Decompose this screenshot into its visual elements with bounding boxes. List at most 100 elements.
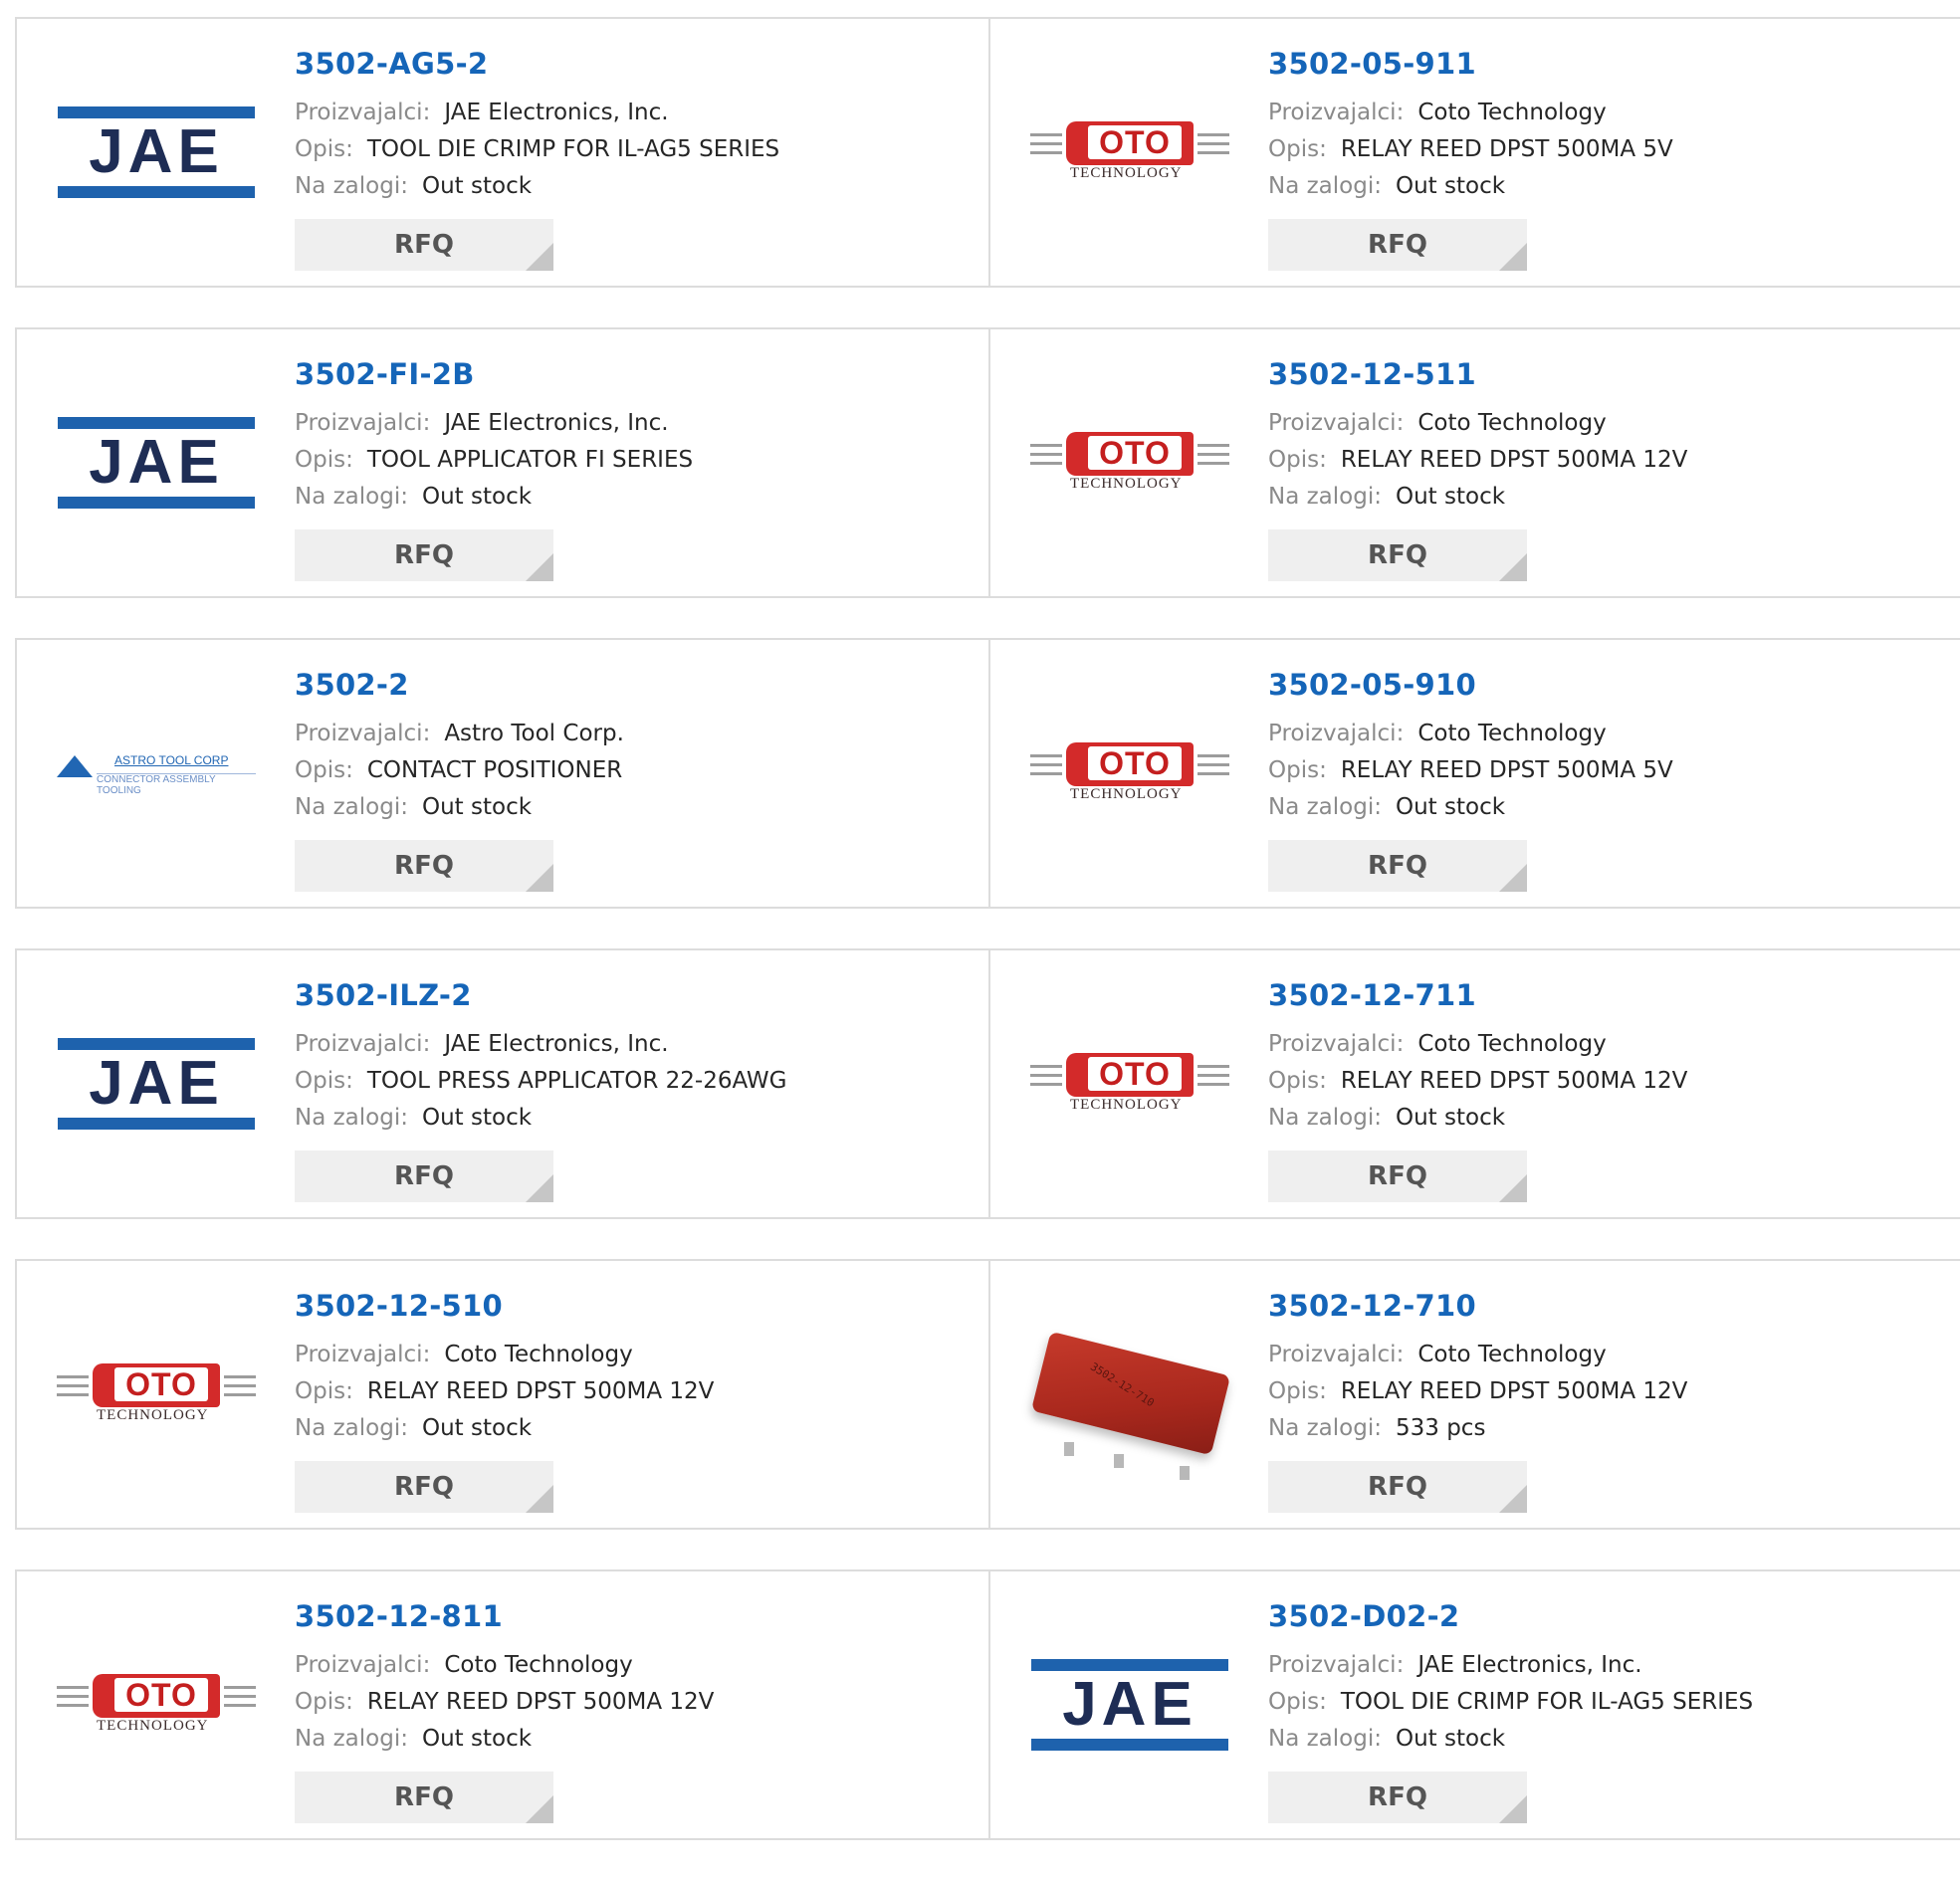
coto-logo: OTO TECHNOLOGY xyxy=(1030,738,1229,808)
stock-value: Out stock xyxy=(421,1415,533,1441)
logo-bar xyxy=(58,497,255,509)
rfq-button[interactable]: RFQ xyxy=(295,840,553,892)
part-number-link[interactable]: 3502-05-911 xyxy=(1268,47,1673,81)
corner-triangle-icon xyxy=(1499,553,1527,581)
manufacturer-line: Proizvajalci: JAE Electronics, Inc. xyxy=(295,95,779,131)
manufacturer-logo[interactable]: OTO TECHNOLOGY xyxy=(1030,674,1229,873)
description-line: Opis: RELAY REED DPST 500MA 12V xyxy=(295,1373,714,1410)
rfq-button[interactable]: RFQ xyxy=(1268,219,1527,271)
manufacturer-value: Astro Tool Corp. xyxy=(444,721,624,746)
manufacturer-line: Proizvajalci: JAE Electronics, Inc. xyxy=(295,405,693,442)
part-number-link[interactable]: 3502-2 xyxy=(295,668,624,702)
description-value: RELAY REED DPST 500MA 5V xyxy=(1340,757,1673,783)
part-number-link[interactable]: 3502-12-710 xyxy=(1268,1289,1687,1323)
description-line: Opis: RELAY REED DPST 500MA 5V xyxy=(1268,131,1673,168)
stock-label: Na zalogi: xyxy=(1268,794,1382,820)
rfq-button[interactable]: RFQ xyxy=(295,529,553,581)
manufacturer-logo[interactable]: OTO TECHNOLOGY xyxy=(1030,363,1229,562)
coto-logo-text: OTO xyxy=(1088,125,1182,159)
part-number-link[interactable]: 3502-ILZ-2 xyxy=(295,978,787,1012)
rfq-button[interactable]: RFQ xyxy=(295,1772,553,1823)
product-info: 3502-FI-2B Proizvajalci: JAE Electronics,… xyxy=(295,357,693,581)
product-card: OTO TECHNOLOGY 3502-12-510 Proizvajalci:… xyxy=(17,1261,990,1528)
coto-logo-subtitle: TECHNOLOGY xyxy=(97,1718,209,1734)
description-label: Opis: xyxy=(295,136,353,162)
description-value: TOOL PRESS APPLICATOR 22-26AWG xyxy=(366,1068,787,1094)
coto-logo: OTO TECHNOLOGY xyxy=(1030,117,1229,187)
stock-label: Na zalogi: xyxy=(1268,484,1382,510)
product-info: 3502-12-811 Proizvajalci: Coto Technology… xyxy=(295,1599,714,1823)
part-number-link[interactable]: 3502-AG5-2 xyxy=(295,47,779,81)
part-number-link[interactable]: 3502-D02-2 xyxy=(1268,1599,1753,1633)
stock-label: Na zalogi: xyxy=(295,173,408,199)
manufacturer-value: JAE Electronics, Inc. xyxy=(444,100,669,125)
stock-line: Na zalogi: Out stock xyxy=(1268,1721,1753,1758)
product-row: JAE 3502-FI-2B Proizvajalci: JAE Electron… xyxy=(15,327,1960,598)
description-value: RELAY REED DPST 500MA 12V xyxy=(1340,447,1688,473)
rfq-button[interactable]: RFQ xyxy=(1268,1461,1527,1513)
description-value: TOOL APPLICATOR FI SERIES xyxy=(366,447,694,473)
rfq-button[interactable]: RFQ xyxy=(295,1461,553,1513)
rfq-button[interactable]: RFQ xyxy=(1268,1772,1527,1823)
manufacturer-logo[interactable]: 3502-12-710 xyxy=(1030,1295,1231,1494)
product-row: ASTRO TOOL CORP CONNECTOR ASSEMBLY TOOLI… xyxy=(15,638,1960,909)
manufacturer-line: Proizvajalci: Astro Tool Corp. xyxy=(295,716,624,752)
logo-bar xyxy=(58,1118,255,1130)
manufacturer-value: Coto Technology xyxy=(1417,1031,1607,1057)
coto-logo-subtitle: TECHNOLOGY xyxy=(1070,476,1183,492)
description-value: RELAY REED DPST 500MA 12V xyxy=(1340,1378,1688,1404)
logo-bar xyxy=(1031,1739,1228,1751)
coto-logo-text: OTO xyxy=(1088,1057,1182,1091)
manufacturer-value: Coto Technology xyxy=(1417,1342,1607,1367)
product-row: OTO TECHNOLOGY 3502-12-811 Proizvajalci:… xyxy=(15,1569,1960,1840)
description-value: RELAY REED DPST 500MA 12V xyxy=(1340,1068,1688,1094)
corner-triangle-icon xyxy=(1499,864,1527,892)
logo-lines xyxy=(1030,1065,1062,1092)
rfq-button[interactable]: RFQ xyxy=(295,219,553,271)
part-number-link[interactable]: 3502-FI-2B xyxy=(295,357,693,391)
manufacturer-logo[interactable]: OTO TECHNOLOGY xyxy=(1030,984,1229,1183)
part-number-link[interactable]: 3502-05-910 xyxy=(1268,668,1673,702)
part-number-link[interactable]: 3502-12-510 xyxy=(295,1289,714,1323)
manufacturer-label: Proizvajalci: xyxy=(1268,721,1405,746)
manufacturer-line: Proizvajalci: Coto Technology xyxy=(1268,1026,1687,1063)
description-label: Opis: xyxy=(1268,447,1327,473)
coto-logo-subtitle: TECHNOLOGY xyxy=(1070,786,1183,802)
description-label: Opis: xyxy=(1268,1689,1327,1715)
part-number-link[interactable]: 3502-12-811 xyxy=(295,1599,714,1633)
stock-value: Out stock xyxy=(1395,794,1506,820)
manufacturer-line: Proizvajalci: JAE Electronics, Inc. xyxy=(295,1026,787,1063)
manufacturer-label: Proizvajalci: xyxy=(295,100,431,125)
corner-triangle-icon xyxy=(526,1795,553,1823)
manufacturer-logo[interactable]: JAE xyxy=(57,53,256,252)
manufacturer-logo[interactable]: JAE xyxy=(57,984,256,1183)
logo-lines xyxy=(1030,754,1062,781)
manufacturer-logo[interactable]: JAE xyxy=(1030,1605,1229,1804)
manufacturer-logo[interactable]: JAE xyxy=(57,363,256,562)
manufacturer-logo[interactable]: ASTRO TOOL CORP CONNECTOR ASSEMBLY TOOLI… xyxy=(57,674,256,873)
manufacturer-logo[interactable]: OTO TECHNOLOGY xyxy=(57,1295,256,1494)
product-card: ASTRO TOOL CORP CONNECTOR ASSEMBLY TOOLI… xyxy=(17,640,990,907)
product-card: JAE 3502-D02-2 Proizvajalci: JAE Electron… xyxy=(990,1571,1960,1838)
stock-line: Na zalogi: Out stock xyxy=(1268,479,1687,516)
stock-label: Na zalogi: xyxy=(295,484,408,510)
rfq-button[interactable]: RFQ xyxy=(295,1150,553,1202)
rfq-button[interactable]: RFQ xyxy=(1268,1150,1527,1202)
astro-logo-tagline: CONNECTOR ASSEMBLY TOOLING xyxy=(97,773,256,796)
manufacturer-value: Coto Technology xyxy=(1417,410,1607,436)
rfq-button[interactable]: RFQ xyxy=(1268,840,1527,892)
part-number-link[interactable]: 3502-12-511 xyxy=(1268,357,1687,391)
manufacturer-logo[interactable]: OTO TECHNOLOGY xyxy=(1030,53,1229,252)
description-value: TOOL DIE CRIMP FOR IL-AG5 SERIES xyxy=(366,136,780,162)
manufacturer-line: Proizvajalci: Coto Technology xyxy=(295,1647,714,1684)
rfq-button[interactable]: RFQ xyxy=(1268,529,1527,581)
stock-line: Na zalogi: Out stock xyxy=(1268,789,1673,826)
description-label: Opis: xyxy=(295,1378,353,1404)
part-number-link[interactable]: 3502-12-711 xyxy=(1268,978,1687,1012)
stock-line: Na zalogi: Out stock xyxy=(295,1410,714,1447)
astro-logo: ASTRO TOOL CORP CONNECTOR ASSEMBLY TOOLI… xyxy=(57,753,256,796)
manufacturer-logo[interactable]: OTO TECHNOLOGY xyxy=(57,1605,256,1804)
description-line: Opis: TOOL DIE CRIMP FOR IL-AG5 SERIES xyxy=(1268,1684,1753,1721)
relay-pin xyxy=(1064,1442,1074,1456)
product-info: 3502-12-510 Proizvajalci: Coto Technology… xyxy=(295,1289,714,1513)
